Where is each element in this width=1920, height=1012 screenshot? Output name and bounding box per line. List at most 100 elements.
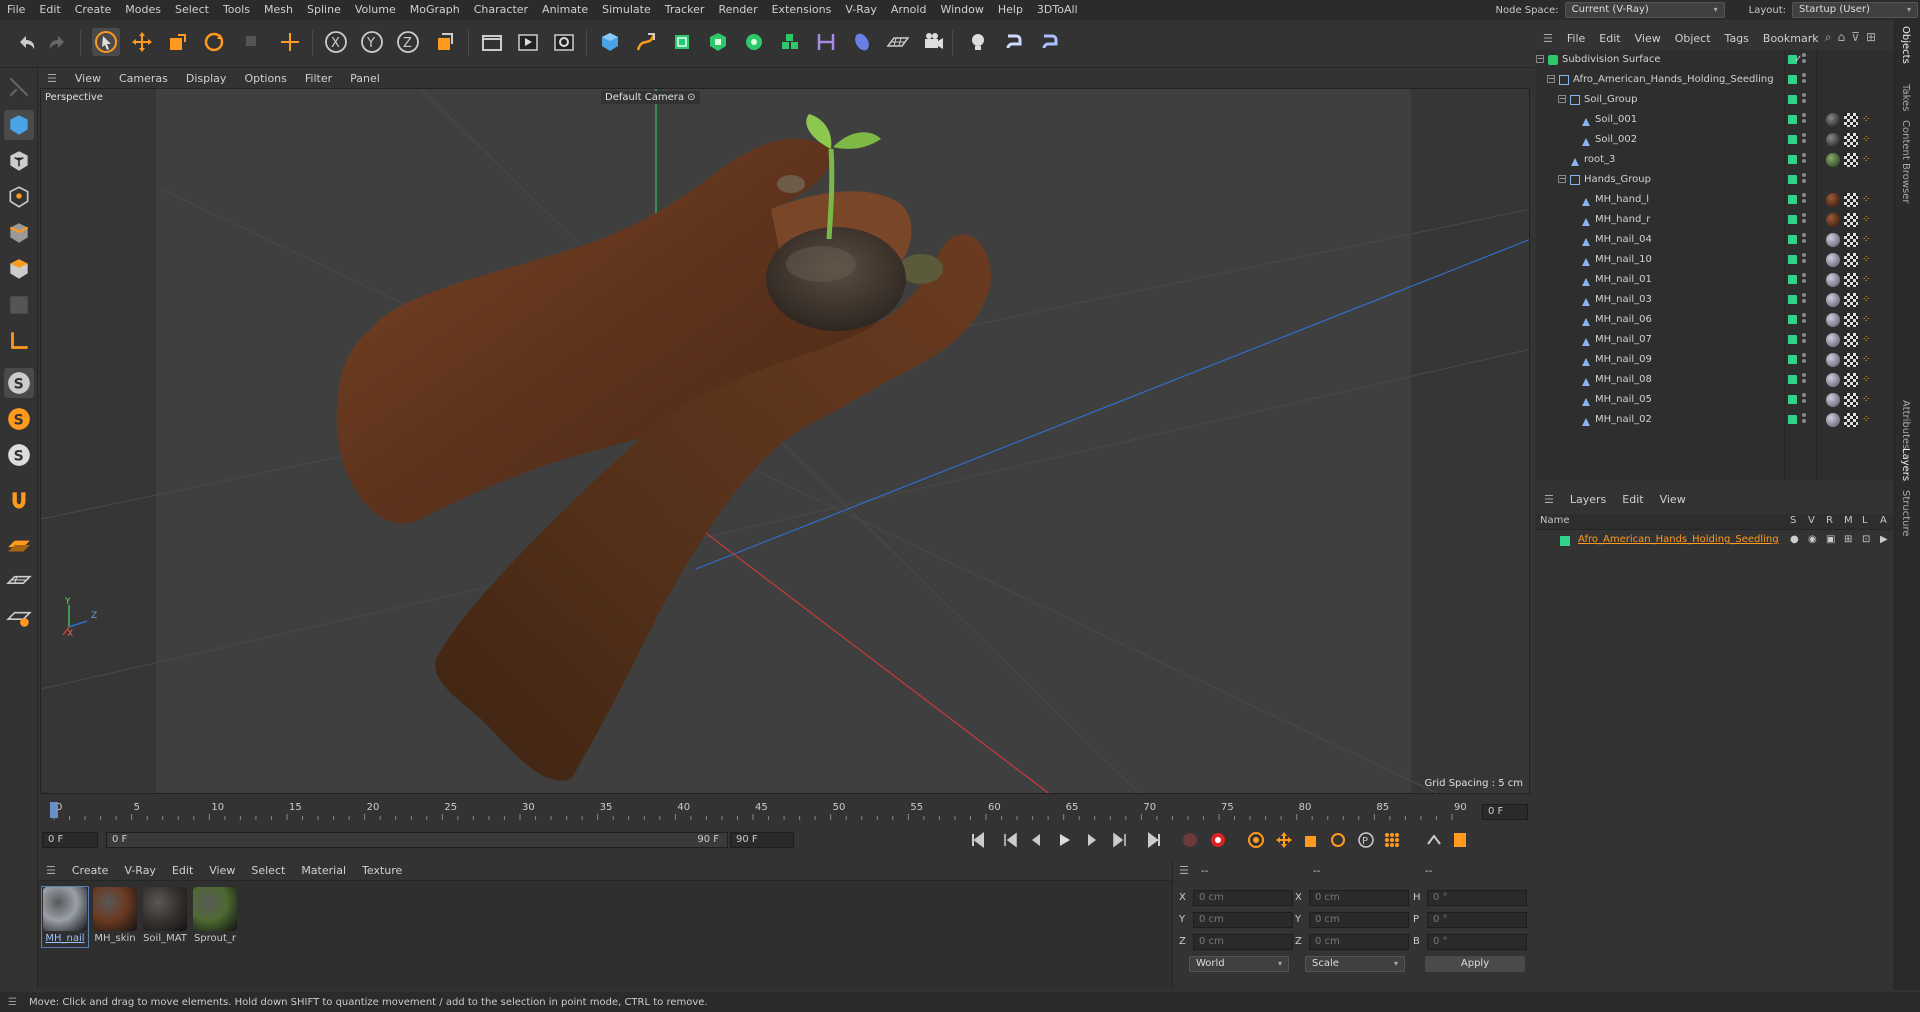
object-menu-tags[interactable]: Tags bbox=[1718, 32, 1756, 45]
visibility-dots[interactable] bbox=[1802, 233, 1806, 247]
snap-icon[interactable]: S bbox=[4, 368, 34, 398]
timeline-dopesheet-icon[interactable] bbox=[1422, 828, 1446, 852]
phong-tag-icon[interactable]: ⁘ bbox=[1862, 353, 1876, 367]
record-disabled-icon[interactable] bbox=[1178, 828, 1202, 852]
current-frame-field[interactable]: 0 F bbox=[1482, 804, 1528, 820]
uvw-tag-icon[interactable] bbox=[1844, 333, 1858, 347]
uvw-tag-icon[interactable] bbox=[1844, 213, 1858, 227]
object-row-soil_002[interactable]: Soil_002 ⁘ bbox=[1536, 130, 1894, 150]
visibility-dots[interactable] bbox=[1802, 333, 1806, 347]
select-arrow-icon[interactable] bbox=[92, 28, 120, 56]
render-icon[interactable]: ▣ bbox=[1826, 534, 1835, 545]
menu-extensions[interactable]: Extensions bbox=[765, 0, 839, 20]
coord-field-a-y[interactable]: 0 cm bbox=[1193, 912, 1293, 928]
material-tag-icon[interactable] bbox=[1826, 353, 1840, 367]
uvw-tag-icon[interactable] bbox=[1844, 273, 1858, 287]
material-mh_skin[interactable]: MH_skin bbox=[92, 887, 138, 947]
layer-color-tag[interactable] bbox=[1788, 375, 1797, 384]
viewport-menu-options[interactable]: Options bbox=[235, 72, 295, 85]
edges-mode-icon[interactable] bbox=[4, 218, 34, 248]
object-row-mh_nail_10[interactable]: MH_nail_10 ⁘ bbox=[1536, 250, 1894, 270]
object-row-mh_nail_05[interactable]: MH_nail_05 ⁘ bbox=[1536, 390, 1894, 410]
layer-color-tag[interactable] bbox=[1788, 335, 1797, 344]
go-to-end-icon[interactable] bbox=[1142, 828, 1166, 852]
manager-icon[interactable]: ⊞ bbox=[1844, 534, 1852, 545]
layer-color-tag[interactable] bbox=[1788, 75, 1797, 84]
menu-spline[interactable]: Spline bbox=[300, 0, 348, 20]
menu-volume[interactable]: Volume bbox=[348, 0, 403, 20]
timeline-fcurve-icon[interactable] bbox=[1448, 828, 1472, 852]
phong-tag-icon[interactable]: ⁘ bbox=[1862, 193, 1876, 207]
viewport-menu-filter[interactable]: Filter bbox=[296, 72, 341, 85]
layer-color-tag[interactable] bbox=[1788, 95, 1797, 104]
z-axis-lock-icon[interactable]: Z bbox=[394, 28, 422, 56]
menu-render[interactable]: Render bbox=[711, 0, 764, 20]
record-icon[interactable] bbox=[1206, 828, 1230, 852]
phong-tag-icon[interactable]: ⁘ bbox=[1862, 153, 1876, 167]
play-icon[interactable] bbox=[1052, 828, 1076, 852]
material-tag-icon[interactable] bbox=[1826, 313, 1840, 327]
uvw-tag-icon[interactable] bbox=[1844, 413, 1858, 427]
coordinate-system-icon[interactable] bbox=[430, 28, 458, 56]
collapse-icon[interactable]: − bbox=[1547, 75, 1555, 83]
coord-field-b-z[interactable]: 0 cm bbox=[1309, 934, 1409, 950]
object-menu-icon[interactable]: ☰ bbox=[1536, 32, 1560, 45]
menu-mograph[interactable]: MoGraph bbox=[403, 0, 467, 20]
material-menu-view[interactable]: View bbox=[201, 864, 243, 877]
layer-color-tag[interactable] bbox=[1788, 275, 1797, 284]
workplane-icon[interactable] bbox=[4, 530, 34, 560]
menu-tools[interactable]: Tools bbox=[216, 0, 257, 20]
material-tag-icon[interactable] bbox=[1826, 153, 1840, 167]
menu-file[interactable]: File bbox=[0, 0, 32, 20]
material-menu-edit[interactable]: Edit bbox=[164, 864, 201, 877]
visibility-dots[interactable] bbox=[1802, 113, 1806, 127]
object-row-mh_hand_l[interactable]: MH_hand_l ⁘ bbox=[1536, 190, 1894, 210]
viewport-scene[interactable] bbox=[41, 89, 1530, 794]
object-row-mh_nail_08[interactable]: MH_nail_08 ⁘ bbox=[1536, 370, 1894, 390]
layer-menu-edit[interactable]: Edit bbox=[1614, 493, 1651, 506]
menu-help[interactable]: Help bbox=[991, 0, 1030, 20]
material-menu-material[interactable]: Material bbox=[293, 864, 354, 877]
material-menu-select[interactable]: Select bbox=[243, 864, 293, 877]
menu-modes[interactable]: Modes bbox=[118, 0, 168, 20]
snap-settings-icon[interactable]: S bbox=[4, 404, 34, 434]
object-row-subdivision surface[interactable]: − Subdivision Surface ✓ bbox=[1536, 50, 1894, 70]
menu-select[interactable]: Select bbox=[168, 0, 216, 20]
coord-field-c-b[interactable]: 0 ° bbox=[1427, 934, 1527, 950]
solo-icon[interactable]: ● bbox=[1790, 534, 1799, 545]
material-soil_mat[interactable]: Soil_MAT bbox=[142, 887, 188, 947]
uvw-tag-icon[interactable] bbox=[1844, 253, 1858, 267]
object-row-mh_nail_09[interactable]: MH_nail_09 ⁘ bbox=[1536, 350, 1894, 370]
autokey-icon[interactable] bbox=[1244, 828, 1268, 852]
object-row-root_3[interactable]: root_3 ⁘ bbox=[1536, 150, 1894, 170]
visibility-dots[interactable] bbox=[1802, 213, 1806, 227]
visibility-dots[interactable] bbox=[1802, 413, 1806, 427]
object-row-afro_american_hands_holding_seedling[interactable]: − Afro_American_Hands_Holding_Seedling bbox=[1536, 70, 1894, 90]
layer-color-tag[interactable] bbox=[1788, 175, 1797, 184]
mograph-icon[interactable] bbox=[776, 28, 804, 56]
lock-icon[interactable]: ⊡ bbox=[1862, 534, 1870, 545]
coords-menu-icon[interactable]: ☰ bbox=[1179, 864, 1189, 877]
material-menu-create[interactable]: Create bbox=[64, 864, 117, 877]
menu-mesh[interactable]: Mesh bbox=[257, 0, 300, 20]
uvw-tag-icon[interactable] bbox=[1844, 193, 1858, 207]
uvw-tag-icon[interactable] bbox=[1844, 373, 1858, 387]
material-tag-icon[interactable] bbox=[1826, 273, 1840, 287]
menu-3dtoall[interactable]: 3DToAll bbox=[1030, 0, 1085, 20]
tab-content-browser[interactable]: Content Browser bbox=[1900, 120, 1911, 203]
coord-field-a-x[interactable]: 0 cm bbox=[1193, 890, 1293, 906]
visibility-dots[interactable] bbox=[1802, 313, 1806, 327]
phong-tag-icon[interactable]: ⁘ bbox=[1862, 133, 1876, 147]
object-row-hands_group[interactable]: − Hands_Group bbox=[1536, 170, 1894, 190]
light-icon[interactable] bbox=[964, 28, 992, 56]
layer-color-tag[interactable] bbox=[1788, 315, 1797, 324]
key-pla-icon[interactable] bbox=[1380, 828, 1404, 852]
material-tag-icon[interactable] bbox=[1826, 133, 1840, 147]
layer-color-tag[interactable] bbox=[1788, 115, 1797, 124]
material-tag-icon[interactable] bbox=[1826, 393, 1840, 407]
material-tag-icon[interactable] bbox=[1826, 373, 1840, 387]
texture-mode-icon[interactable] bbox=[4, 146, 34, 176]
object-menu-edit[interactable]: Edit bbox=[1592, 32, 1627, 45]
move-icon[interactable] bbox=[128, 28, 156, 56]
object-menu-view[interactable]: View bbox=[1628, 32, 1668, 45]
